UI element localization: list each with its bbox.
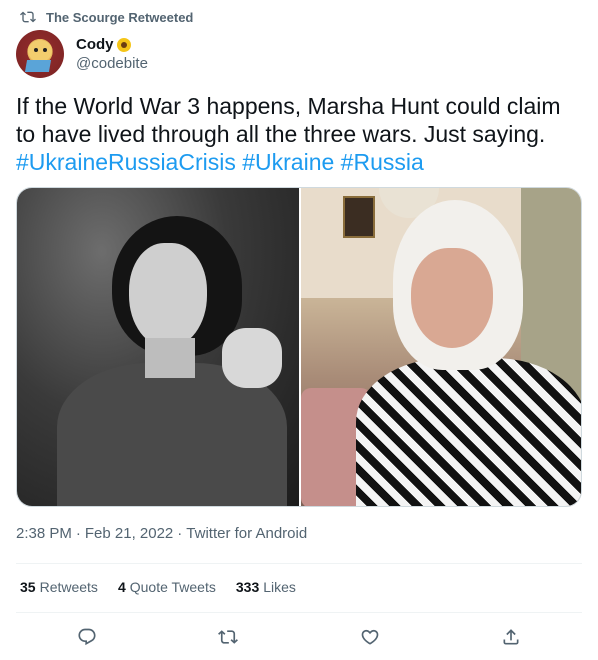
- reply-button[interactable]: [68, 622, 106, 652]
- photo-shape: [411, 248, 493, 348]
- retweets-stat[interactable]: 35 Retweets: [20, 579, 98, 595]
- likes-stat[interactable]: 333 Likes: [236, 579, 296, 595]
- separator: ·: [75, 525, 81, 542]
- photo-shape: [343, 196, 375, 238]
- sunflower-icon: [116, 37, 132, 53]
- quotes-label: Quote Tweets: [129, 579, 216, 595]
- avatar[interactable]: [16, 30, 64, 78]
- quotes-count: 4: [117, 579, 126, 595]
- photo-shape: [145, 338, 195, 378]
- display-name-text: Cody: [76, 36, 114, 53]
- photo-shape: [356, 358, 581, 506]
- engagement-stats: 35 Retweets 4 Quote Tweets 333 Likes: [20, 579, 316, 595]
- tweet-text: If the World War 3 happens, Marsha Hunt …: [16, 92, 582, 176]
- like-icon: [361, 629, 379, 645]
- share-button[interactable]: [492, 622, 530, 652]
- retweets-label: Retweets: [39, 579, 98, 595]
- likes-count: 333: [235, 579, 260, 595]
- likes-label: Likes: [263, 579, 296, 595]
- author-block: Cody @codebite: [16, 30, 148, 78]
- retweets-count: 35: [20, 579, 36, 595]
- photo-shape: [129, 243, 207, 348]
- avatar-laptop: [24, 60, 52, 72]
- elderly-woman-portrait-photo[interactable]: [301, 188, 581, 506]
- like-button[interactable]: [351, 622, 389, 652]
- retweet-button[interactable]: [209, 622, 247, 652]
- share-icon: [503, 629, 519, 645]
- action-bar: [16, 622, 582, 652]
- hashtag-link[interactable]: #UkraineRussiaCrisis: [16, 149, 236, 175]
- hashtag-link[interactable]: #Ukraine: [242, 149, 334, 175]
- tweet-date[interactable]: Feb 21, 2022: [85, 525, 173, 542]
- hashtag-link[interactable]: #Russia: [341, 149, 424, 175]
- avatar-eye: [34, 48, 38, 52]
- quote-tweets-stat[interactable]: 4 Quote Tweets: [118, 579, 216, 595]
- separator: ·: [177, 525, 183, 542]
- photo-shape: [222, 328, 282, 388]
- tweet-metadata: 2:38 PM · Feb 21, 2022 · Twitter for And…: [16, 525, 307, 542]
- retweet-icon: [20, 11, 36, 23]
- author-display-name[interactable]: Cody: [76, 36, 148, 53]
- divider: [16, 612, 582, 613]
- retweet-icon: [218, 630, 239, 644]
- sunflower-center: [120, 41, 127, 48]
- divider: [16, 563, 582, 564]
- reply-icon: [78, 628, 96, 646]
- tweet-body: If the World War 3 happens, Marsha Hunt …: [16, 93, 561, 147]
- black-and-white-portrait-photo[interactable]: [17, 188, 299, 506]
- media-grid: [16, 187, 582, 507]
- retweeted-by-label: The Scourge Retweeted: [46, 9, 194, 25]
- tweet: The Scourge Retweeted Cody @codebite If …: [0, 0, 598, 660]
- social-context[interactable]: The Scourge Retweeted: [20, 9, 193, 25]
- tweet-time[interactable]: 2:38 PM: [16, 525, 72, 542]
- avatar-face: [28, 40, 52, 62]
- author-names: Cody @codebite: [76, 36, 148, 72]
- tweet-source[interactable]: Twitter for Android: [186, 525, 307, 542]
- author-handle[interactable]: @codebite: [76, 55, 148, 72]
- avatar-eye: [43, 48, 47, 52]
